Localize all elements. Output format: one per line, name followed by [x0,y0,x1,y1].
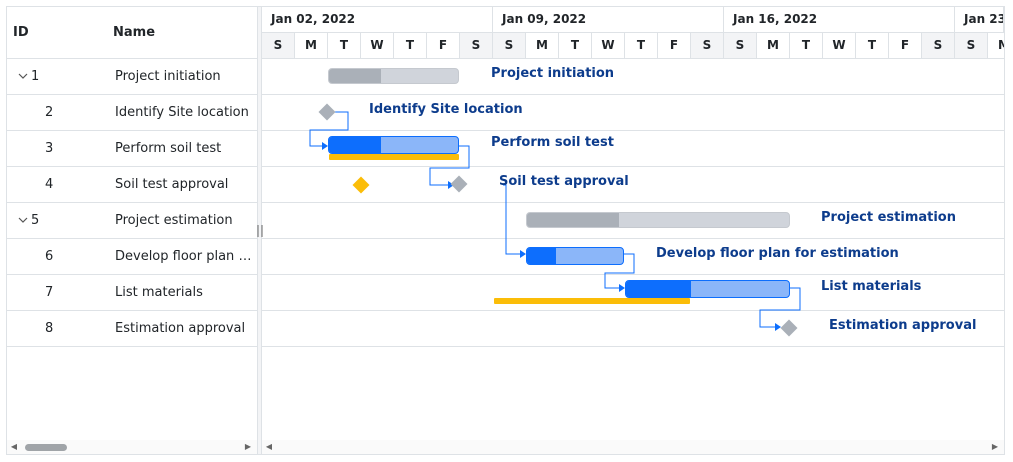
task-progress [527,248,556,264]
task-id: 6 [45,249,54,264]
task-progress [527,213,619,227]
task-bar[interactable] [526,247,624,265]
id-cell: 1 [7,59,67,94]
task-name: List materials [115,285,203,300]
task-id: 7 [45,285,54,300]
task-id: 2 [45,105,54,120]
chevron-down-icon[interactable] [17,203,29,238]
task-name: Project estimation [115,213,233,228]
grid-row[interactable]: 7 List materials [7,275,257,311]
task-bar[interactable] [328,136,459,154]
id-cell: 8 [7,311,67,346]
task-id: 3 [45,141,54,156]
task-name: Estimation approval [115,321,246,336]
chevron-down-icon[interactable] [17,59,29,94]
id-cell: 7 [7,275,67,310]
gantt-chart: ID Name 1 Project initiation 2 Identify Sit… [6,6,1005,455]
task-grid: ID Name 1 Project initiation 2 Identify Sit… [7,7,258,454]
task-label: Project initiation [491,66,615,81]
task-name: Develop floor plan f... [115,249,253,264]
summary-task-bar[interactable] [328,68,459,84]
grid-row[interactable]: 8 Estimation approval [7,311,257,347]
task-name: Perform soil test [115,141,222,156]
grid-row[interactable]: 5 Project estimation [7,203,257,239]
caret-left-icon[interactable]: ◀ [264,442,274,452]
task-id: 5 [31,213,40,228]
baseline-bar [329,154,459,160]
task-name: Identify Site location [115,105,249,120]
summary-task-bar[interactable] [526,212,790,228]
chart-horizontal-scrollbar[interactable]: ◀ ▶ [262,440,1004,454]
id-cell: 3 [7,131,67,166]
task-id: 1 [31,69,40,84]
grid-horizontal-scrollbar[interactable]: ◀ ▶ [7,440,257,454]
caret-right-icon[interactable]: ▶ [243,442,253,452]
baseline-bar [494,298,690,304]
task-label: Identify Site location [369,102,523,117]
chart-area: Jan 02, 2022 Jan 09, 2022 Jan 16, 2022 Jan … [262,7,1004,454]
task-name: Soil test approval [115,177,229,192]
grid-header: ID Name [7,7,257,59]
id-cell: 6 [7,239,67,274]
dependency-line [503,184,520,255]
task-label: Perform soil test [491,135,614,150]
task-bar[interactable] [625,280,790,298]
column-header-name[interactable]: Name [113,7,155,58]
task-label: Estimation approval [829,318,977,333]
grid-row[interactable]: 4 Soil test approval [7,167,257,203]
grid-scroll-thumb[interactable] [25,444,67,451]
task-label: Soil test approval [499,174,629,189]
task-progress [329,137,381,153]
task-label: Project estimation [821,210,956,225]
grid-row[interactable]: 6 Develop floor plan f... [7,239,257,275]
id-cell: 2 [7,95,67,130]
grid-row[interactable]: 1 Project initiation [7,59,257,95]
task-progress [329,69,381,83]
task-id: 4 [45,177,54,192]
task-label: List materials [821,279,922,294]
id-cell: 5 [7,203,67,238]
task-label: Develop floor plan for estimation [656,246,899,261]
task-id: 8 [45,321,54,336]
task-name: Project initiation [115,69,221,84]
grid-row[interactable]: 3 Perform soil test [7,131,257,167]
id-cell: 4 [7,167,67,202]
grid-row[interactable]: 2 Identify Site location [7,95,257,131]
caret-left-icon[interactable]: ◀ [9,442,19,452]
caret-right-icon[interactable]: ▶ [990,442,1000,452]
task-progress [626,281,692,297]
column-header-id[interactable]: ID [13,7,29,58]
